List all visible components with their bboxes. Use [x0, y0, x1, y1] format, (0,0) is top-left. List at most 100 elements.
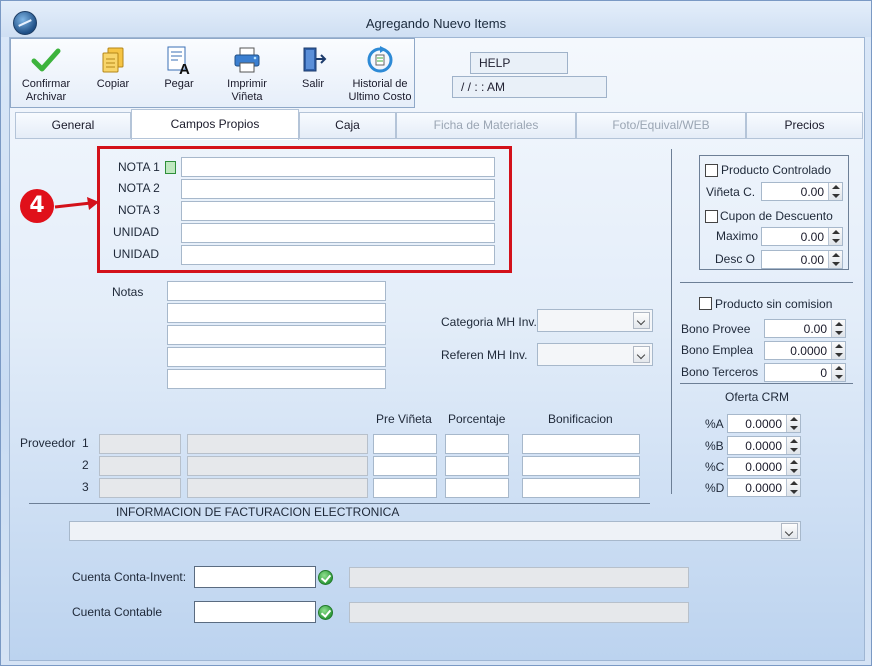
maximo-label: Maximo — [716, 229, 759, 243]
oferta-a-label: %A — [705, 417, 724, 431]
sin-comision-label: Producto sin comision — [715, 297, 833, 311]
spin-arrows-icon[interactable] — [786, 415, 800, 432]
vineta-c-stepper[interactable]: 0.00 — [761, 182, 843, 201]
sin-comision-checkbox[interactable] — [699, 297, 712, 310]
categoria-select[interactable] — [537, 309, 653, 332]
proveedor-3-porcentaje[interactable] — [445, 478, 509, 498]
proveedor-1-pre-vineta[interactable] — [373, 434, 437, 454]
nota1-input[interactable] — [181, 157, 495, 177]
paste-label: Pegar — [164, 78, 194, 90]
referen-select[interactable] — [537, 343, 653, 366]
notas-input-2[interactable] — [167, 303, 386, 323]
tab-general[interactable]: General — [15, 112, 131, 139]
printer-icon — [234, 47, 260, 73]
facturacion-select[interactable] — [69, 521, 801, 541]
copy-button[interactable]: Copiar — [83, 39, 143, 107]
nota3-input[interactable] — [181, 201, 495, 221]
oferta-c-label: %C — [705, 460, 725, 474]
oferta-d-stepper[interactable]: 0.0000 — [727, 478, 801, 497]
note-icon[interactable] — [165, 161, 176, 174]
spin-arrows-icon[interactable] — [828, 251, 842, 268]
print-label-button[interactable]: Imprimir Viñeta — [217, 39, 277, 107]
oferta-c-stepper[interactable]: 0.0000 — [727, 457, 801, 476]
notas-input-1[interactable] — [167, 281, 386, 301]
spin-arrows-icon[interactable] — [786, 458, 800, 475]
exit-button[interactable]: Salir — [283, 39, 343, 107]
print-label-line1: Imprimir — [227, 78, 267, 90]
proveedor-2-bonificacion[interactable] — [522, 456, 640, 476]
cuenta-contable-desc — [349, 602, 689, 623]
proveedor-1-code[interactable] — [99, 434, 181, 454]
bono-provee-stepper[interactable]: 0.00 — [764, 319, 846, 338]
producto-controlado-checkbox[interactable] — [705, 164, 718, 177]
chevron-down-icon[interactable] — [633, 312, 650, 329]
notas-input-4[interactable] — [167, 347, 386, 367]
spin-arrows-icon[interactable] — [828, 228, 842, 245]
help-box[interactable]: HELP — [470, 52, 568, 74]
cupon-descuento-checkbox[interactable] — [705, 210, 718, 223]
tab-ficha-materiales[interactable]: Ficha de Materiales — [396, 112, 576, 139]
nota3-label: NOTA 3 — [118, 203, 160, 217]
bono-terceros-value: 0 — [820, 366, 827, 380]
bono-emplea-stepper[interactable]: 0.0000 — [764, 341, 846, 360]
spin-arrows-icon[interactable] — [828, 183, 842, 200]
chevron-down-icon[interactable] — [633, 346, 650, 363]
cuenta-contable-input[interactable] — [194, 601, 316, 623]
bonificacion-header: Bonificacion — [548, 412, 613, 426]
unidad2-input[interactable] — [181, 245, 495, 265]
desco-stepper[interactable]: 0.00 — [761, 250, 843, 269]
paste-button[interactable]: A Pegar — [149, 39, 209, 107]
history-refresh-icon — [367, 46, 393, 73]
spin-arrows-icon[interactable] — [786, 437, 800, 454]
validate-check-icon[interactable] — [318, 570, 333, 585]
annotation-arrow-icon — [54, 197, 99, 210]
proveedor-3-pre-vineta[interactable] — [373, 478, 437, 498]
cupon-descuento-label: Cupon de Descuento — [720, 209, 833, 223]
spin-arrows-icon[interactable] — [831, 364, 845, 381]
oferta-a-stepper[interactable]: 0.0000 — [727, 414, 801, 433]
oferta-b-stepper[interactable]: 0.0000 — [727, 436, 801, 455]
oferta-b-label: %B — [705, 439, 724, 453]
copy-label: Copiar — [96, 78, 130, 90]
notas-input-3[interactable] — [167, 325, 386, 345]
cuenta-conta-invent-input[interactable] — [194, 566, 316, 588]
proveedor-1-bonificacion[interactable] — [522, 434, 640, 454]
proveedor-3-bonificacion[interactable] — [522, 478, 640, 498]
spin-arrows-icon[interactable] — [831, 320, 845, 337]
proveedor-row-2-label: 2 — [82, 458, 89, 472]
svg-text:A: A — [179, 61, 190, 75]
bono-emplea-value: 0.0000 — [790, 344, 827, 358]
app-window: Agregando Nuevo Items Confirmar Archivar — [0, 0, 872, 666]
pre-vineta-header: Pre Viñeta — [376, 412, 432, 426]
cost-history-button[interactable]: Historial de Ultimo Costo — [347, 39, 413, 107]
vineta-c-label: Viñeta C. — [706, 185, 756, 199]
spin-arrows-icon[interactable] — [831, 342, 845, 359]
bono-terceros-stepper[interactable]: 0 — [764, 363, 846, 382]
notas-input-5[interactable] — [167, 369, 386, 389]
proveedor-2-pre-vineta[interactable] — [373, 456, 437, 476]
maximo-stepper[interactable]: 0.00 — [761, 227, 843, 246]
proveedor-1-porcentaje[interactable] — [445, 434, 509, 454]
proveedor-2-code[interactable] — [99, 456, 181, 476]
proveedor-3-code[interactable] — [99, 478, 181, 498]
producto-controlado-label: Producto Controlado — [721, 163, 832, 177]
nota2-input[interactable] — [181, 179, 495, 199]
unidad1-input[interactable] — [181, 223, 495, 243]
tab-precios[interactable]: Precios — [746, 112, 863, 139]
nota1-label: NOTA 1 — [118, 160, 160, 174]
validate-check-icon[interactable] — [318, 605, 333, 620]
tab-label: Precios — [784, 118, 825, 132]
proveedor-row-1-label: 1 — [82, 436, 89, 450]
tab-foto-equival-web[interactable]: Foto/Equival/WEB — [576, 112, 746, 139]
proveedor-2-porcentaje[interactable] — [445, 456, 509, 476]
tab-caja[interactable]: Caja — [299, 112, 396, 139]
chevron-down-icon[interactable] — [781, 523, 798, 539]
oferta-d-label: %D — [705, 481, 725, 495]
oferta-c-value: 0.0000 — [745, 460, 782, 474]
spin-arrows-icon[interactable] — [786, 479, 800, 496]
confirm-archive-button[interactable]: Confirmar Archivar — [15, 39, 77, 107]
section-divider — [29, 503, 650, 504]
tab-campos-propios[interactable]: Campos Propios — [131, 109, 299, 140]
oferta-b-value: 0.0000 — [745, 439, 782, 453]
unidad2-label: UNIDAD — [113, 247, 160, 261]
